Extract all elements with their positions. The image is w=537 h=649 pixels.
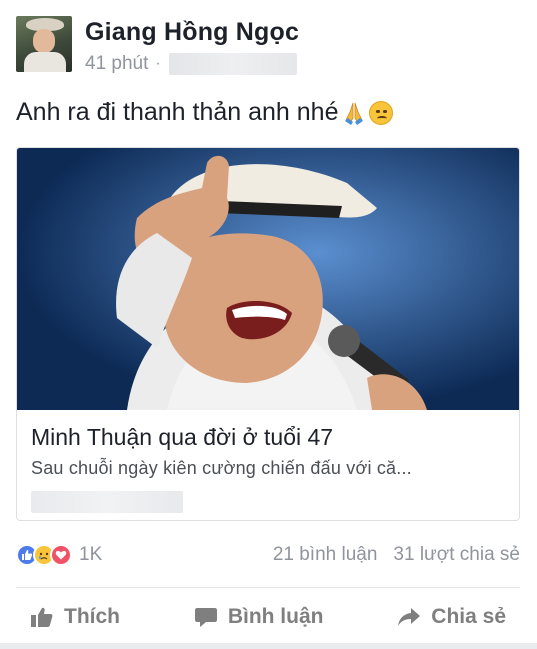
sad-mouth	[376, 115, 387, 121]
reaction-icons[interactable]	[16, 544, 72, 566]
preview-image[interactable]	[17, 148, 519, 410]
status-text: Anh ra đi thanh thản anh nhé	[16, 98, 339, 126]
share-label: Chia sẻ	[431, 605, 506, 628]
preview-title[interactable]: Minh Thuận qua đời ở tuổi 47	[31, 424, 511, 451]
link-preview-card[interactable]: Minh Thuận qua đời ở tuổi 47 Sau chuỗi n…	[16, 147, 520, 521]
feed-separator	[0, 643, 537, 649]
post-header: Giang Hồng Ngọc 41 phút ·	[16, 16, 299, 80]
share-button[interactable]: Chia sẻ	[383, 601, 520, 633]
comment-count[interactable]: 21 bình luận	[273, 544, 378, 566]
comment-label: Bình luận	[227, 605, 324, 628]
reaction-count[interactable]: 1K	[79, 544, 102, 566]
share-count[interactable]: 31 lượt chia sẻ	[393, 544, 520, 566]
post-meta: Giang Hồng Ngọc 41 phút ·	[85, 16, 299, 80]
facebook-post: Giang Hồng Ngọc 41 phút · Anh ra đi than…	[0, 0, 537, 649]
status-message: Anh ra đi thanh thản anh nhé	[16, 98, 393, 127]
love-reaction-icon	[50, 544, 72, 566]
blurred-source-domain	[31, 491, 183, 513]
comment-button[interactable]: Bình luận	[180, 601, 338, 633]
post-timestamp[interactable]: 41 phút	[85, 53, 148, 75]
thumbs-up-icon	[31, 607, 53, 627]
post-actions: Thích Bình luận Chia sẻ	[16, 598, 520, 636]
avatar[interactable]	[16, 16, 72, 72]
comment-bubble-icon	[194, 608, 217, 627]
blurred-privacy-info	[168, 53, 297, 75]
sad-eye-left	[375, 109, 380, 113]
author-name[interactable]: Giang Hồng Ngọc	[85, 18, 299, 47]
post-subline: 41 phút ·	[85, 53, 299, 75]
like-label: Thích	[64, 605, 120, 628]
sad-eye-right	[382, 109, 387, 113]
share-arrow-icon	[398, 608, 421, 626]
disappointed-face-icon	[368, 100, 393, 125]
preview-text: Minh Thuận qua đời ở tuổi 47 Sau chuỗi n…	[31, 424, 511, 513]
meta-separator: ·	[155, 55, 161, 72]
preview-description: Sau chuỗi ngày kiên cường chiến đấu với …	[31, 458, 412, 478]
folded-hands-icon	[341, 100, 367, 126]
like-button[interactable]: Thích	[16, 601, 134, 633]
engagement-counts: 21 bình luận 31 lượt chia sẻ	[273, 544, 520, 566]
avatar-shirt	[24, 52, 66, 72]
reactions-bar: 1K 21 bình luận 31 lượt chia sẻ	[16, 540, 520, 570]
avatar-face	[33, 29, 55, 53]
actions-divider	[16, 587, 520, 588]
